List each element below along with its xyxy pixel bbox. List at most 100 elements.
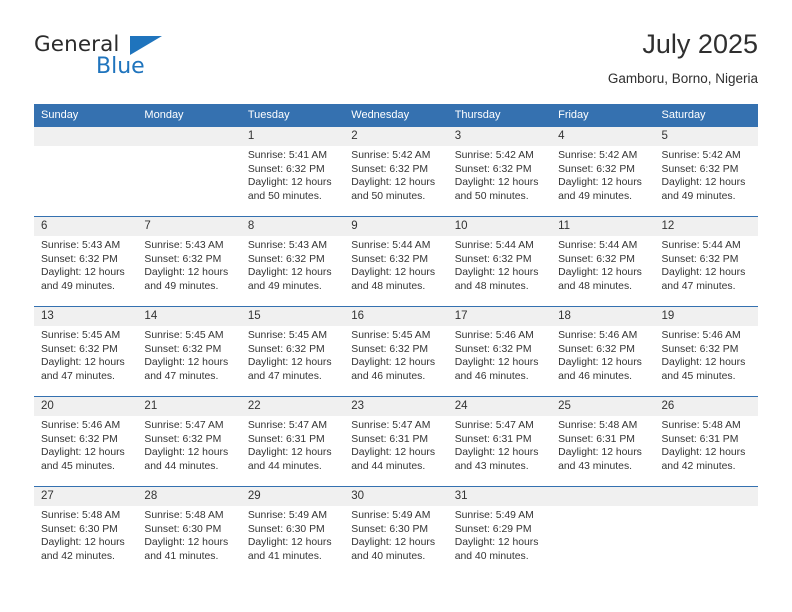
sunrise-text: Sunrise: 5:41 AM — [247, 150, 327, 161]
calendar-day-cell[interactable]: 30 Sunrise: 5:49 AM Sunset: 6:30 PM Dayligh… — [344, 486, 448, 576]
daylight-text-line1: Daylight: 12 hours — [661, 177, 746, 189]
daylight-text-line2: and 46 minutes. — [454, 370, 529, 382]
day-number: 20 — [34, 397, 138, 416]
day-number: 6 — [34, 217, 138, 236]
day-cell-inner: 30 Sunrise: 5:49 AM Sunset: 6:30 PM Dayligh… — [344, 487, 448, 576]
calendar-day-cell[interactable]: 8 Sunrise: 5:43 AM Sunset: 6:32 PM Daylight… — [240, 216, 345, 307]
sunrise-text: Sunrise: 5:45 AM — [41, 330, 121, 341]
daylight-text-line2: and 43 minutes. — [558, 460, 633, 472]
daylight-text-line2: and 47 minutes. — [144, 370, 219, 382]
day-sun-info: Sunrise: 5:48 AM Sunset: 6:30 PM Daylight:… — [34, 506, 137, 563]
calendar-day-cell[interactable]: 24 Sunrise: 5:47 AM Sunset: 6:31 PM Dayligh… — [447, 396, 552, 487]
sunset-text: Sunset: 6:32 PM — [454, 163, 532, 175]
sunset-text: Sunset: 6:31 PM — [351, 433, 429, 445]
daylight-text-line2: and 46 minutes. — [351, 370, 426, 382]
daylight-text-line2: and 47 minutes. — [247, 370, 322, 382]
calendar-week-row: 6 Sunrise: 5:43 AM Sunset: 6:32 PM Daylight… — [34, 216, 758, 307]
calendar-day-cell[interactable]: 19 Sunrise: 5:46 AM Sunset: 6:32 PM Dayligh… — [654, 306, 758, 397]
daylight-text-line1: Daylight: 12 hours — [41, 267, 125, 279]
calendar-day-cell[interactable]: 25 Sunrise: 5:48 AM Sunset: 6:31 PM Dayligh… — [551, 396, 655, 487]
calendar-day-cell[interactable]: 15 Sunrise: 5:45 AM Sunset: 6:32 PM Dayligh… — [240, 306, 345, 397]
daylight-text-line1: Daylight: 12 hours — [247, 357, 332, 369]
daylight-text-line1: Daylight: 12 hours — [41, 447, 125, 459]
calendar-day-cell[interactable]: 2 Sunrise: 5:42 AM Sunset: 6:32 PM Daylight… — [344, 127, 448, 217]
day-sun-info: Sunrise: 5:43 AM Sunset: 6:32 PM Daylight:… — [137, 236, 240, 293]
daylight-text-line2: and 45 minutes. — [661, 370, 736, 382]
daylight-text-line1: Daylight: 12 hours — [558, 357, 642, 369]
daylight-text-line1: Daylight: 12 hours — [247, 447, 332, 459]
day-number: 4 — [551, 127, 655, 146]
calendar-day-cell[interactable]: 17 Sunrise: 5:46 AM Sunset: 6:32 PM Dayligh… — [447, 306, 552, 397]
calendar-day-cell[interactable]: 31 Sunrise: 5:49 AM Sunset: 6:29 PM Dayligh… — [447, 486, 552, 576]
day-cell-inner — [654, 487, 758, 576]
calendar-day-cell[interactable]: 7 Sunrise: 5:43 AM Sunset: 6:32 PM Daylight… — [137, 216, 241, 307]
sunset-text: Sunset: 6:30 PM — [247, 523, 325, 535]
sunrise-text: Sunrise: 5:45 AM — [144, 330, 224, 341]
calendar-day-cell[interactable]: 16 Sunrise: 5:45 AM Sunset: 6:32 PM Dayligh… — [344, 306, 448, 397]
calendar-day-cell[interactable]: 4 Sunrise: 5:42 AM Sunset: 6:32 PM Daylight… — [551, 127, 655, 217]
sunset-text: Sunset: 6:32 PM — [351, 343, 429, 355]
calendar-day-cell[interactable]: 20 Sunrise: 5:46 AM Sunset: 6:32 PM Dayligh… — [34, 396, 138, 487]
daylight-text-line2: and 40 minutes. — [454, 550, 529, 562]
day-sun-info: Sunrise: 5:42 AM Sunset: 6:32 PM Daylight:… — [655, 146, 758, 203]
day-cell-inner: 20 Sunrise: 5:46 AM Sunset: 6:32 PM Dayligh… — [34, 397, 138, 486]
daylight-text-line2: and 46 minutes. — [558, 370, 633, 382]
calendar-day-cell[interactable]: 14 Sunrise: 5:45 AM Sunset: 6:32 PM Dayligh… — [137, 306, 241, 397]
day-cell-inner: 12 Sunrise: 5:44 AM Sunset: 6:32 PM Dayligh… — [654, 217, 758, 306]
day-cell-inner: 9 Sunrise: 5:44 AM Sunset: 6:32 PM Daylight… — [344, 217, 448, 306]
daylight-text-line1: Daylight: 12 hours — [247, 267, 332, 279]
calendar-day-cell[interactable]: 6 Sunrise: 5:43 AM Sunset: 6:32 PM Daylight… — [34, 216, 138, 307]
calendar-day-cell[interactable]: 26 Sunrise: 5:48 AM Sunset: 6:31 PM Dayligh… — [654, 396, 758, 487]
sunrise-text: Sunrise: 5:46 AM — [661, 330, 741, 341]
day-cell-inner: 6 Sunrise: 5:43 AM Sunset: 6:32 PM Daylight… — [34, 217, 138, 306]
general-blue-logo[interactable]: General Blue — [34, 34, 254, 90]
daylight-text-line1: Daylight: 12 hours — [454, 357, 539, 369]
sunset-text: Sunset: 6:32 PM — [41, 253, 118, 265]
day-number — [654, 487, 758, 506]
day-sun-info: Sunrise: 5:44 AM Sunset: 6:32 PM Daylight:… — [448, 236, 551, 293]
day-sun-info: Sunrise: 5:46 AM Sunset: 6:32 PM Daylight:… — [655, 326, 758, 383]
day-cell-inner: 31 Sunrise: 5:49 AM Sunset: 6:29 PM Dayligh… — [447, 487, 552, 576]
sunrise-text: Sunrise: 5:48 AM — [558, 420, 638, 431]
calendar-day-cell[interactable]: 5 Sunrise: 5:42 AM Sunset: 6:32 PM Daylight… — [654, 127, 758, 217]
calendar-header-row: Sunday Monday Tuesday Wednesday Thursday… — [34, 104, 758, 127]
day-sun-info: Sunrise: 5:44 AM Sunset: 6:32 PM Daylight:… — [551, 236, 654, 293]
daylight-text-line2: and 44 minutes. — [351, 460, 426, 472]
daylight-text-line2: and 42 minutes. — [661, 460, 736, 472]
calendar-day-cell[interactable]: 12 Sunrise: 5:44 AM Sunset: 6:32 PM Dayligh… — [654, 216, 758, 307]
sunset-text: Sunset: 6:32 PM — [661, 253, 739, 265]
daylight-text-line2: and 50 minutes. — [454, 190, 529, 202]
daylight-text-line2: and 49 minutes. — [144, 280, 219, 292]
day-cell-inner: 10 Sunrise: 5:44 AM Sunset: 6:32 PM Dayligh… — [447, 217, 552, 306]
day-number: 18 — [551, 307, 655, 326]
day-number: 11 — [551, 217, 655, 236]
day-number: 16 — [344, 307, 448, 326]
calendar-day-cell[interactable]: 18 Sunrise: 5:46 AM Sunset: 6:32 PM Dayligh… — [551, 306, 655, 397]
day-sun-info: Sunrise: 5:42 AM Sunset: 6:32 PM Daylight:… — [448, 146, 551, 203]
sunset-text: Sunset: 6:32 PM — [558, 253, 635, 265]
day-number: 13 — [34, 307, 138, 326]
sunrise-text: Sunrise: 5:44 AM — [351, 240, 431, 251]
calendar-day-cell[interactable]: 1 Sunrise: 5:41 AM Sunset: 6:32 PM Daylight… — [240, 127, 345, 217]
day-cell-inner: 13 Sunrise: 5:45 AM Sunset: 6:32 PM Dayligh… — [34, 307, 138, 396]
calendar-day-cell[interactable]: 13 Sunrise: 5:45 AM Sunset: 6:32 PM Dayligh… — [34, 306, 138, 397]
day-sun-info: Sunrise: 5:48 AM Sunset: 6:31 PM Daylight:… — [655, 416, 758, 473]
day-cell-inner: 24 Sunrise: 5:47 AM Sunset: 6:31 PM Dayligh… — [447, 397, 552, 486]
daylight-text-line1: Daylight: 12 hours — [454, 447, 539, 459]
calendar-day-cell[interactable]: 9 Sunrise: 5:44 AM Sunset: 6:32 PM Daylight… — [344, 216, 448, 307]
daylight-text-line1: Daylight: 12 hours — [661, 447, 746, 459]
day-sun-info: Sunrise: 5:49 AM Sunset: 6:29 PM Daylight:… — [448, 506, 551, 563]
calendar-day-cell[interactable]: 29 Sunrise: 5:49 AM Sunset: 6:30 PM Dayligh… — [240, 486, 345, 576]
day-sun-info: Sunrise: 5:49 AM Sunset: 6:30 PM Daylight:… — [241, 506, 344, 563]
calendar-day-cell[interactable]: 3 Sunrise: 5:42 AM Sunset: 6:32 PM Daylight… — [447, 127, 552, 217]
sunrise-text: Sunrise: 5:47 AM — [247, 420, 327, 431]
calendar-day-cell[interactable]: 28 Sunrise: 5:48 AM Sunset: 6:30 PM Dayligh… — [137, 486, 241, 576]
calendar-day-cell[interactable]: 11 Sunrise: 5:44 AM Sunset: 6:32 PM Dayligh… — [551, 216, 655, 307]
calendar-day-cell[interactable]: 22 Sunrise: 5:47 AM Sunset: 6:31 PM Dayligh… — [240, 396, 345, 487]
sunset-text: Sunset: 6:31 PM — [661, 433, 739, 445]
sunset-text: Sunset: 6:31 PM — [558, 433, 635, 445]
calendar-day-cell[interactable]: 21 Sunrise: 5:47 AM Sunset: 6:32 PM Dayligh… — [137, 396, 241, 487]
calendar-day-cell[interactable]: 27 Sunrise: 5:48 AM Sunset: 6:30 PM Dayligh… — [34, 486, 138, 576]
calendar-day-cell[interactable]: 23 Sunrise: 5:47 AM Sunset: 6:31 PM Dayligh… — [344, 396, 448, 487]
calendar-day-cell[interactable]: 10 Sunrise: 5:44 AM Sunset: 6:32 PM Dayligh… — [447, 216, 552, 307]
